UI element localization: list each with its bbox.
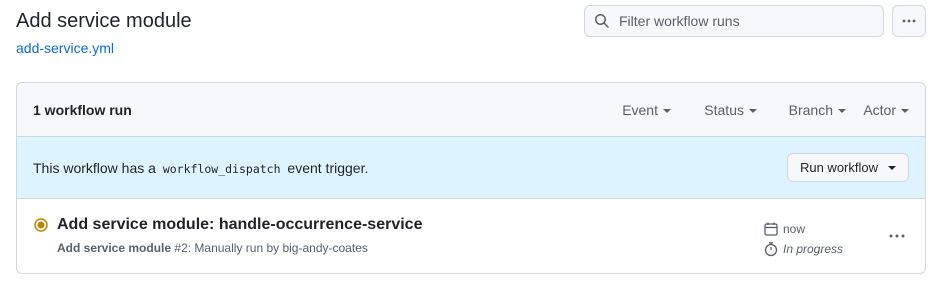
run-trigger-text: : Manually run by big-andy-coates xyxy=(187,241,368,255)
actor-filter-label: Actor xyxy=(863,102,896,118)
status-filter-label: Status xyxy=(704,102,744,118)
branch-filter-button[interactable]: Branch xyxy=(789,102,846,118)
run-time: now xyxy=(763,221,805,237)
run-count-label: 1 workflow run xyxy=(33,101,132,118)
kebab-horizontal-icon xyxy=(888,228,906,244)
status-filter-button[interactable]: Status xyxy=(704,102,757,118)
chevron-down-icon xyxy=(888,166,896,170)
workflow-run-row[interactable]: Add service module: handle-occurrence-se… xyxy=(17,199,925,273)
run-more-options-button[interactable] xyxy=(883,226,911,246)
run-number: #2 xyxy=(174,241,188,255)
workflow-dispatch-banner: This workflow has a workflow_dispatch ev… xyxy=(17,137,925,199)
filter-runs-input[interactable] xyxy=(619,13,869,29)
chevron-down-icon xyxy=(749,108,757,113)
dispatch-text-before: This workflow has a xyxy=(33,159,156,176)
run-duration-label: In progress xyxy=(783,242,844,256)
event-filter-button[interactable]: Event xyxy=(622,102,671,118)
branch-filter-label: Branch xyxy=(788,102,833,118)
dispatch-event-code: workflow_dispatch xyxy=(162,161,281,176)
run-time-label: now xyxy=(783,222,806,236)
workflow-runs-box: 1 workflow run Event Status Branch Actor… xyxy=(16,82,926,274)
run-duration: In progress xyxy=(763,241,843,257)
in-progress-dot-icon xyxy=(34,218,48,232)
run-subtitle: Add service module #2: Manually run by b… xyxy=(57,241,368,255)
event-filter-label: Event xyxy=(622,102,658,118)
actor-filter-button[interactable]: Actor xyxy=(863,102,909,118)
workflow-file-link[interactable]: add-service.yml xyxy=(16,40,114,56)
kebab-horizontal-icon xyxy=(901,13,917,29)
run-workflow-label: Run workflow xyxy=(799,160,878,175)
run-workflow-button[interactable]: Run workflow xyxy=(786,153,909,182)
chevron-down-icon xyxy=(901,108,909,113)
dispatch-banner-text: This workflow has a workflow_dispatch ev… xyxy=(33,160,368,176)
stopwatch-icon xyxy=(763,241,779,257)
chevron-down-icon xyxy=(838,108,846,113)
filter-runs-field[interactable] xyxy=(584,5,884,37)
run-workflow-name: Add service module xyxy=(57,241,172,255)
calendar-icon xyxy=(763,221,779,237)
page-title: Add service module xyxy=(16,10,192,32)
search-icon xyxy=(594,13,610,29)
runs-list-header: 1 workflow run Event Status Branch Actor xyxy=(17,83,925,137)
run-title-link[interactable]: Add service module: handle-occurrence-se… xyxy=(57,216,422,234)
workflow-more-options-button[interactable] xyxy=(892,5,926,37)
dispatch-text-after: event trigger. xyxy=(287,159,369,176)
chevron-down-icon xyxy=(663,108,671,113)
